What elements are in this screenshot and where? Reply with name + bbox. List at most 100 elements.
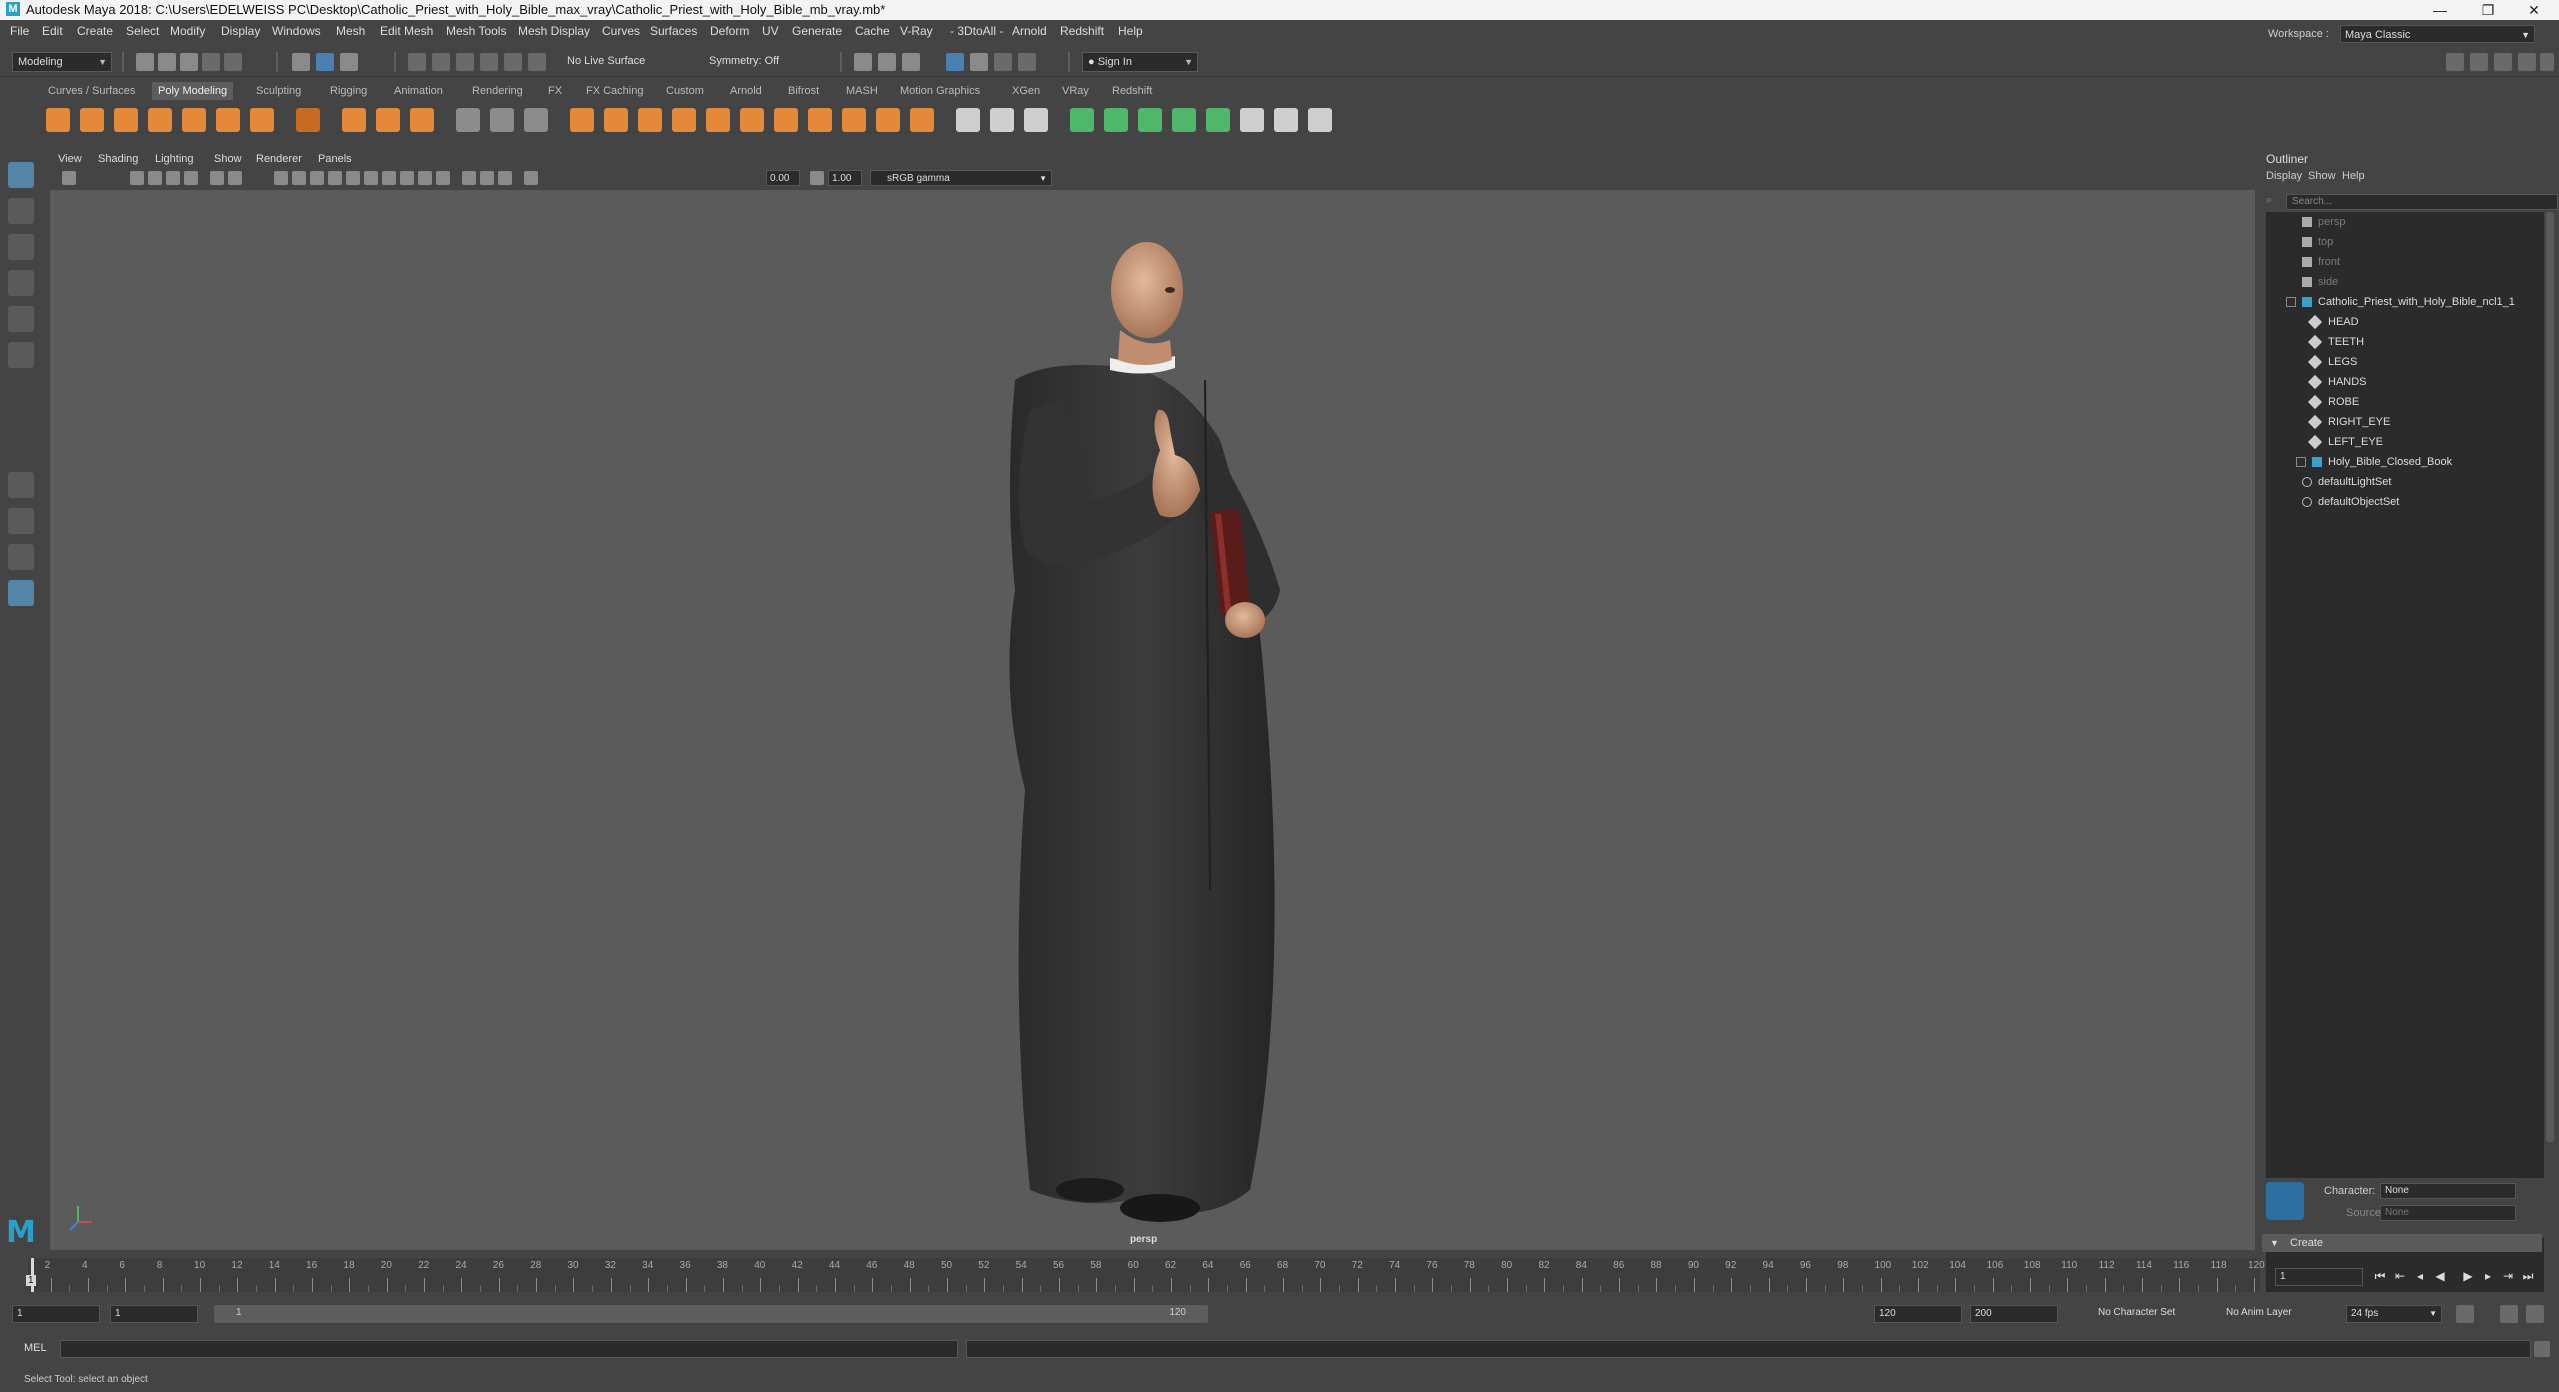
select-object-icon[interactable] (316, 53, 334, 71)
grid-icon[interactable] (184, 171, 198, 185)
ipr-render-icon[interactable] (902, 53, 920, 71)
select-hierarchy-icon[interactable] (292, 53, 310, 71)
shelf-tab-curves-surfaces[interactable]: Curves / Surfaces (42, 82, 141, 100)
animation-start-field[interactable]: 1 (12, 1305, 100, 1323)
play-forwards-icon[interactable]: ▶ (2460, 1268, 2476, 1284)
loop-icon[interactable] (2456, 1305, 2474, 1323)
gamma-field[interactable]: 1.00 (828, 170, 862, 186)
vray-pause-icon[interactable] (1018, 53, 1036, 71)
quadrangulate-icon[interactable] (910, 108, 934, 132)
connect-icon[interactable] (1024, 108, 1048, 132)
panel-menu-view[interactable]: View (58, 153, 82, 165)
use-all-lights-icon[interactable] (364, 171, 378, 185)
cylindrical-mapping-icon[interactable] (1138, 108, 1162, 132)
menu-mesh[interactable]: Mesh (336, 24, 365, 38)
list-item[interactable]: defaultLightSet (2266, 472, 2544, 492)
shelf-tab-xgen[interactable]: XGen (1006, 82, 1046, 100)
resolution-gate-icon[interactable] (228, 171, 242, 185)
menu-deform[interactable]: Deform (710, 24, 749, 38)
open-scene-icon[interactable] (158, 53, 176, 71)
snap-grid-icon[interactable] (408, 53, 426, 71)
list-item[interactable]: RIGHT_EYE (2266, 412, 2544, 432)
wireframe-icon[interactable] (292, 171, 306, 185)
menu-windows[interactable]: Windows (272, 24, 321, 38)
poly-plane-icon[interactable] (216, 108, 240, 132)
shelf-tab-fx[interactable]: FX (542, 82, 568, 100)
wireframe-on-shaded-icon[interactable] (328, 171, 342, 185)
triangulate-icon[interactable] (876, 108, 900, 132)
rotate-tool-icon[interactable] (8, 306, 34, 332)
shelf-tab-rigging[interactable]: Rigging (324, 82, 373, 100)
menu-surfaces[interactable]: Surfaces (650, 24, 697, 38)
list-item[interactable]: side (2266, 272, 2544, 292)
poly-cone-icon[interactable] (148, 108, 172, 132)
persp-outliner-layout-icon[interactable] (8, 544, 34, 570)
source-dropdown[interactable]: None (2380, 1205, 2516, 1221)
playback-start-field[interactable]: 1 (110, 1305, 198, 1323)
planar-mapping-icon[interactable] (1104, 108, 1128, 132)
auto-key-icon[interactable] (2500, 1305, 2518, 1323)
shelf-tab-motion-graphics[interactable]: Motion Graphics (894, 82, 986, 100)
list-item[interactable]: ROBE (2266, 392, 2544, 412)
script-language-label[interactable]: MEL (24, 1342, 47, 1354)
outliner-menu-help[interactable]: Help (2342, 170, 2365, 182)
menu-file[interactable]: File (10, 24, 29, 38)
combine-icon[interactable] (456, 108, 480, 132)
poly-torus-icon[interactable] (182, 108, 206, 132)
panel-menu-shading[interactable]: Shading (98, 153, 138, 165)
redo-icon[interactable] (224, 53, 242, 71)
append-polygon-icon[interactable] (774, 108, 798, 132)
maximize-button[interactable]: ❐ (2468, 0, 2508, 20)
step-back-frame-icon[interactable]: ◂ (2412, 1268, 2428, 1284)
super-shape-icon[interactable] (342, 108, 366, 132)
cut-uv-icon[interactable] (1308, 108, 1332, 132)
single-perspective-layout-icon[interactable] (8, 472, 34, 498)
select-component-icon[interactable] (340, 53, 358, 71)
menu-curves[interactable]: Curves (602, 24, 640, 38)
boolean-icon[interactable] (570, 108, 594, 132)
scale-tool-icon[interactable] (8, 342, 34, 368)
shelf-tab-vray[interactable]: VRay (1056, 82, 1095, 100)
outliner-menu-display[interactable]: Display (2266, 170, 2302, 182)
close-button[interactable]: ✕ (2514, 0, 2554, 20)
poly-cube-icon[interactable] (80, 108, 104, 132)
select-tool-icon[interactable] (8, 162, 34, 188)
auto-mapping-icon[interactable] (1206, 108, 1230, 132)
play-backwards-icon[interactable]: ◀ (2432, 1268, 2448, 1284)
collapse-icon[interactable] (2286, 297, 2296, 307)
step-forward-key-icon[interactable]: ⇥ (2500, 1268, 2516, 1284)
paint-select-tool-icon[interactable] (8, 234, 34, 260)
list-item[interactable]: front (2266, 252, 2544, 272)
merge-icon[interactable] (808, 108, 832, 132)
shadows-icon[interactable] (382, 171, 396, 185)
gamma-icon[interactable] (810, 171, 824, 185)
expand-icon[interactable] (2296, 457, 2306, 467)
multi-cut-icon[interactable] (956, 108, 980, 132)
film-gate-icon[interactable] (210, 171, 224, 185)
shelf-tab-mash[interactable]: MASH (840, 82, 884, 100)
menu-arnold[interactable]: Arnold (1012, 24, 1047, 38)
priest-model[interactable] (1009, 242, 1280, 1222)
list-item[interactable]: Holy_Bible_Closed_Book (2266, 452, 2544, 472)
panel-menu-panels[interactable]: Panels (318, 153, 352, 165)
snap-curve-icon[interactable] (432, 53, 450, 71)
textured-icon[interactable] (346, 171, 360, 185)
target-weld-icon[interactable] (990, 108, 1014, 132)
undo-icon[interactable] (202, 53, 220, 71)
camera-attributes-icon[interactable] (130, 171, 144, 185)
save-scene-icon[interactable] (180, 53, 198, 71)
xray-joints-icon[interactable] (498, 171, 512, 185)
anti-aliasing-icon[interactable] (436, 171, 450, 185)
outliner-vertical-scrollbar[interactable] (2546, 212, 2554, 1142)
shelf-tab-poly-modeling[interactable]: Poly Modeling (152, 82, 234, 100)
shelf-tab-fx-caching[interactable]: FX Caching (580, 82, 649, 100)
shelf-tab-bifrost[interactable]: Bifrost (782, 82, 825, 100)
fill-hole-icon[interactable] (740, 108, 764, 132)
menu-edit[interactable]: Edit (42, 24, 63, 38)
unfold-icon[interactable] (1240, 108, 1264, 132)
motion-blur-icon[interactable] (418, 171, 432, 185)
tool-settings-icon[interactable] (2494, 53, 2512, 71)
shelf-tab-animation[interactable]: Animation (388, 82, 449, 100)
menu-help[interactable]: Help (1118, 24, 1143, 38)
vray-render-icon[interactable] (994, 53, 1012, 71)
